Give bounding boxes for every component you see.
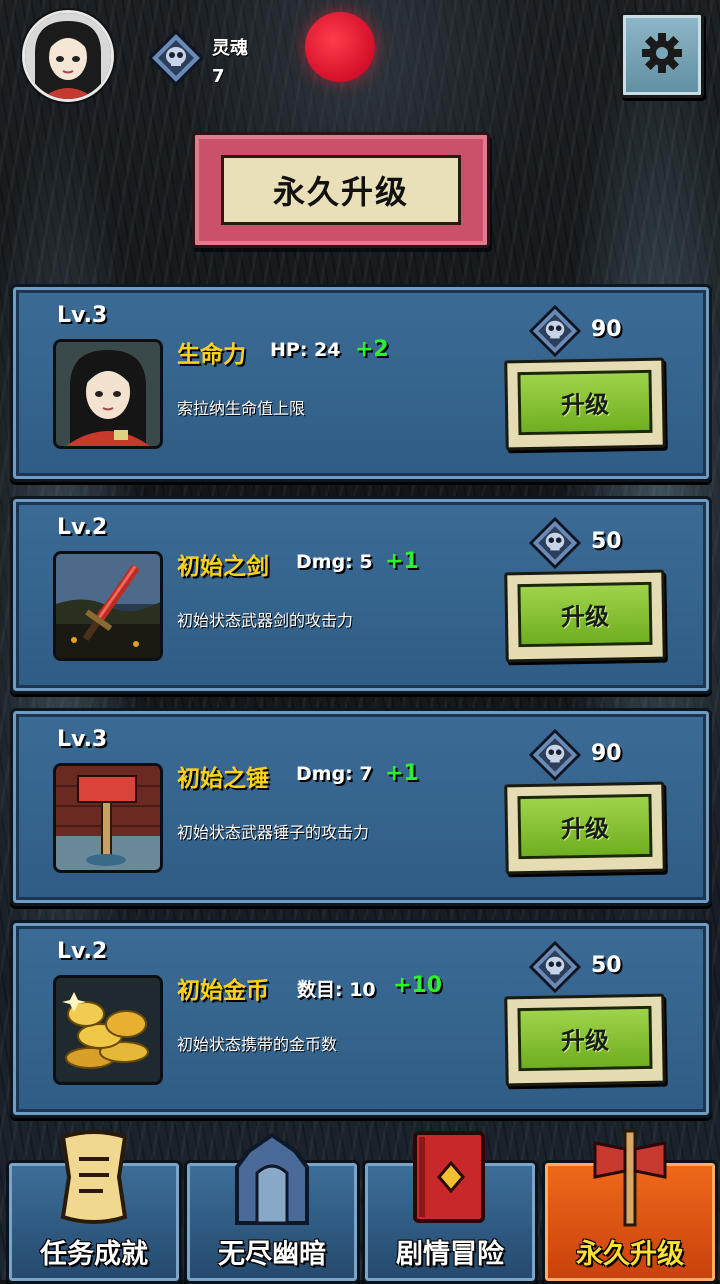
soul-count: 7 — [212, 66, 225, 87]
tab-quests-achievements[interactable]: 任务成就 — [6, 1130, 182, 1284]
upgrade-cost: 90 — [591, 741, 622, 766]
upgrade-name: 初始之锤 — [177, 766, 269, 792]
gear-icon — [640, 31, 684, 79]
upgrade-card-hammer: Lv.3 初始之锤 Dmg: 7 +1 初始状态武器锤子的攻击力 90 升级 — [10, 708, 712, 906]
upgrade-cost: 90 — [591, 317, 622, 342]
tab-permanent-upgrade[interactable]: 永久升级 — [542, 1129, 718, 1284]
tombstone-icon — [227, 1127, 317, 1227]
upgrade-description: 初始状态武器锤子的攻击力 — [177, 823, 370, 842]
vitality-portrait-icon — [53, 339, 163, 449]
upgrade-bonus: +10 — [393, 973, 443, 998]
upgrade-level: Lv.2 — [57, 515, 108, 540]
page-title: 永久升级 — [221, 155, 461, 225]
settings-button[interactable] — [620, 12, 704, 98]
upgrade-stat: Dmg: 5 — [296, 551, 373, 573]
tab-label: 无尽幽暗 — [218, 1239, 326, 1270]
upgrade-bonus: +1 — [385, 761, 419, 786]
tab-label: 任务成就 — [40, 1239, 148, 1270]
bottom-navigation: 任务成就 无尽幽暗 剧情冒险 永久升级 — [0, 1129, 720, 1284]
upgrade-cost: 50 — [591, 529, 622, 554]
upgrade-cost: 50 — [591, 953, 622, 978]
gold-coins-icon — [53, 975, 163, 1085]
tab-label: 永久升级 — [576, 1239, 684, 1270]
upgrade-level: Lv.3 — [57, 727, 108, 752]
upgrade-description: 初始状态携带的金币数 — [177, 1035, 338, 1054]
book-icon — [405, 1127, 495, 1227]
tab-story-adventure[interactable]: 剧情冒险 — [362, 1131, 538, 1284]
upgrade-button[interactable]: 升级 — [504, 781, 666, 875]
upgrade-level: Lv.3 — [57, 303, 108, 328]
upgrade-stat: 数目: 10 — [297, 979, 376, 1001]
upgrade-button-label: 升级 — [517, 1005, 653, 1072]
upgrade-description: 索拉纳生命值上限 — [177, 399, 306, 418]
axe-icon — [585, 1127, 675, 1227]
soul-gem-icon — [528, 516, 582, 570]
upgrade-bonus: +2 — [355, 337, 389, 362]
page-title-banner: 永久升级 — [192, 132, 490, 248]
upgrade-card-sword: Lv.2 初始之剑 Dmg: 5 +1 初始状态武器剑的攻击力 50 升级 — [10, 496, 712, 694]
upgrade-stat: Dmg: 7 — [296, 763, 373, 785]
upgrade-button-label: 升级 — [517, 581, 653, 648]
upgrade-button-label: 升级 — [517, 793, 653, 860]
sword-icon — [53, 551, 163, 661]
upgrade-bonus: +1 — [385, 549, 419, 574]
upgrade-button[interactable]: 升级 — [504, 357, 666, 451]
upgrade-description: 初始状态武器剑的攻击力 — [177, 611, 354, 630]
scroll-icon — [49, 1127, 139, 1227]
upgrade-stat: HP: 24 — [270, 339, 341, 361]
upgrade-button[interactable]: 升级 — [504, 569, 666, 663]
tab-label: 剧情冒险 — [396, 1239, 504, 1270]
soul-label: 灵魂 — [212, 38, 248, 59]
soul-gem-icon — [528, 940, 582, 994]
upgrade-card-gold: Lv.2 初始金币 数目: 10 +10 初始状态携带的金币数 50 升级 — [10, 920, 712, 1118]
upgrade-button-label: 升级 — [517, 369, 653, 436]
upgrade-name: 生命力 — [177, 342, 246, 368]
red-moon — [305, 12, 375, 82]
soul-gem-icon — [528, 728, 582, 782]
soul-gem-icon — [528, 304, 582, 358]
upgrade-level: Lv.2 — [57, 939, 108, 964]
player-avatar[interactable] — [22, 10, 114, 102]
upgrade-button[interactable]: 升级 — [504, 993, 666, 1087]
tab-endless-dark[interactable]: 无尽幽暗 — [184, 1132, 360, 1284]
upgrade-name: 初始金币 — [177, 978, 269, 1004]
upgrade-card-vitality: Lv.3 生命力 HP: 24 +2 索拉纳生命值上限 90 升级 — [10, 284, 712, 482]
upgrade-name: 初始之剑 — [177, 554, 269, 580]
soul-gem-icon — [147, 29, 205, 87]
hammer-icon — [53, 763, 163, 873]
